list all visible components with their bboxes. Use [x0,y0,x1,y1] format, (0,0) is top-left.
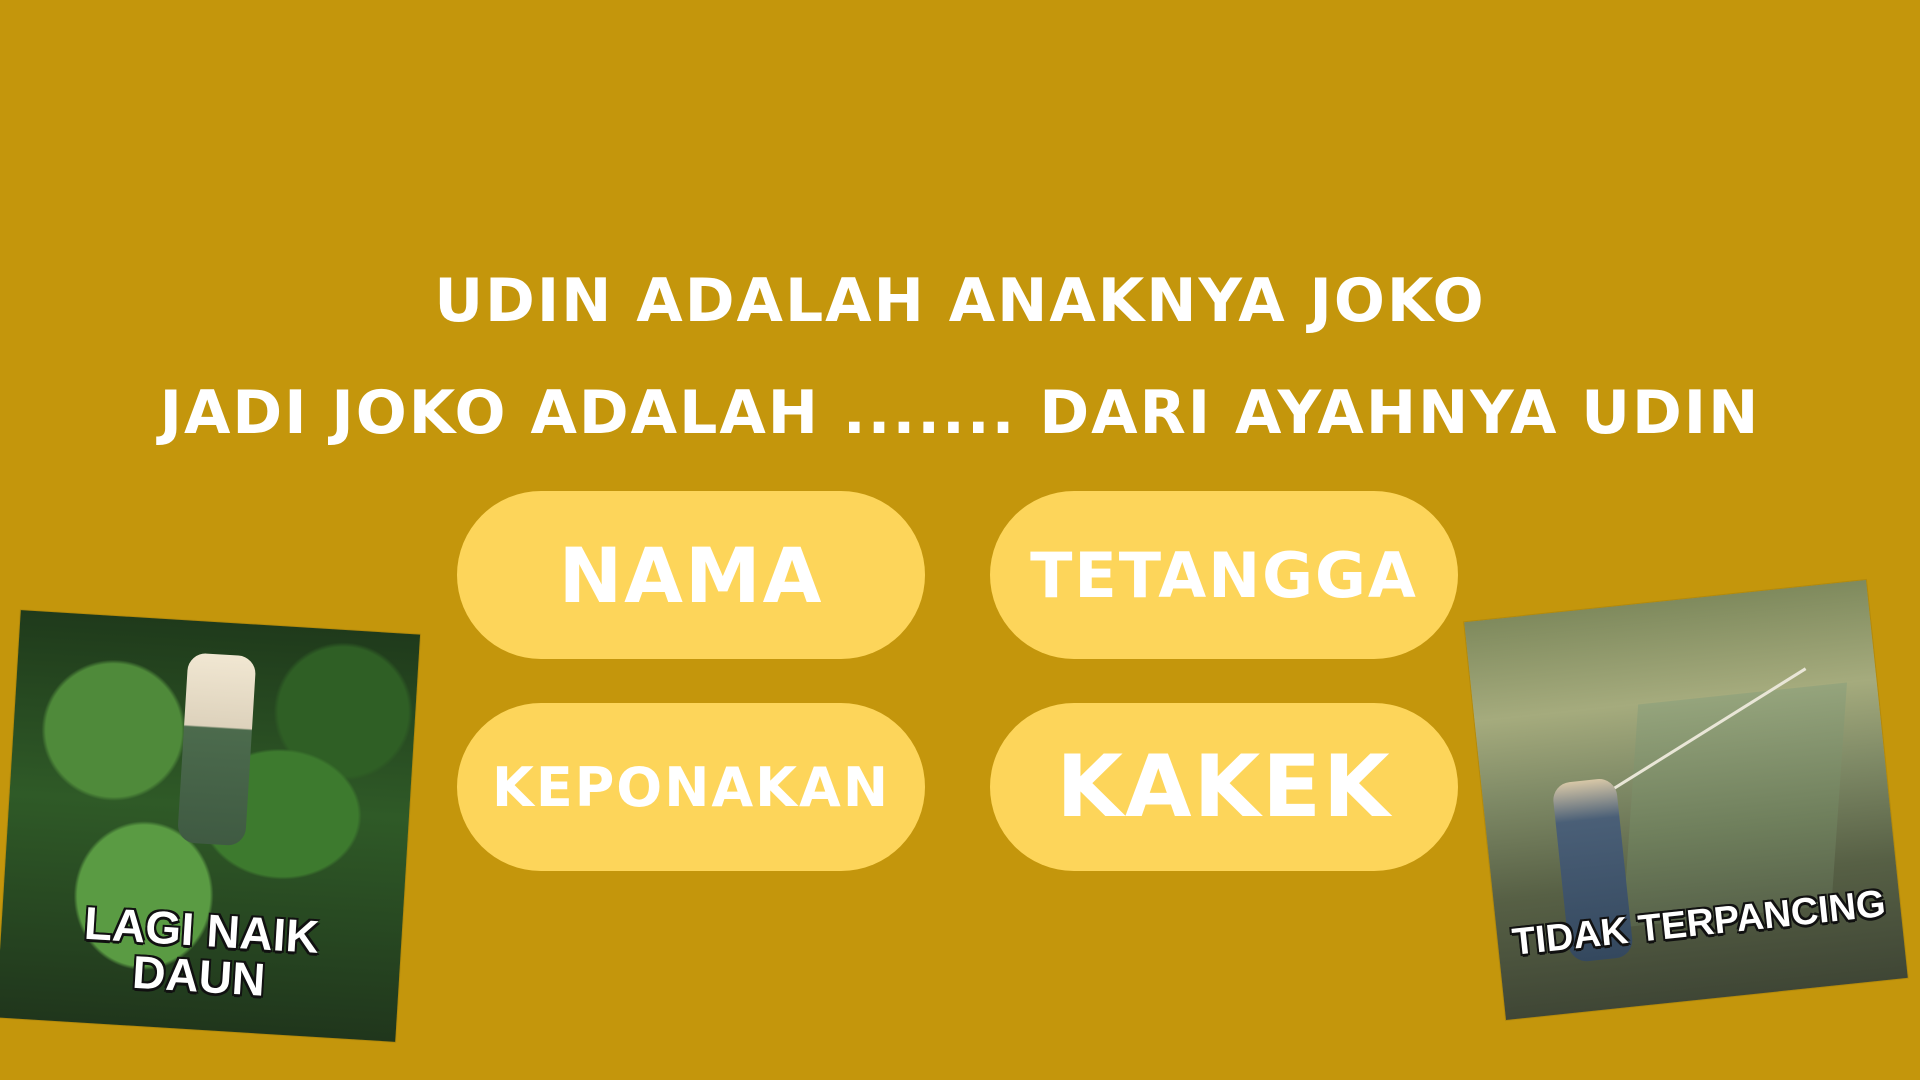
answer-option-keponakan[interactable]: KEPONAKAN [457,703,925,871]
answer-option-kakek[interactable]: KAKEK [990,703,1458,871]
meme-image-left: LAGI NAIK DAUN [0,610,421,1042]
question-line-2: JADI JOKO ADALAH ....... DARI AYAHNYA UD… [159,378,1761,448]
person-on-tree-illustration [176,652,257,847]
meme-image-right: TIDAK TERPANCING [1464,579,1908,1021]
meme-caption-left: LAGI NAIK DAUN [82,896,321,1006]
answer-option-tetangga[interactable]: TETANGGA [990,491,1458,659]
answer-option-nama[interactable]: NAMA [457,491,925,659]
question-text: UDIN ADALAH ANAKNYA JOKO JADI JOKO ADALA… [0,245,1920,469]
question-line-1: UDIN ADALAH ANAKNYA JOKO [434,266,1486,336]
